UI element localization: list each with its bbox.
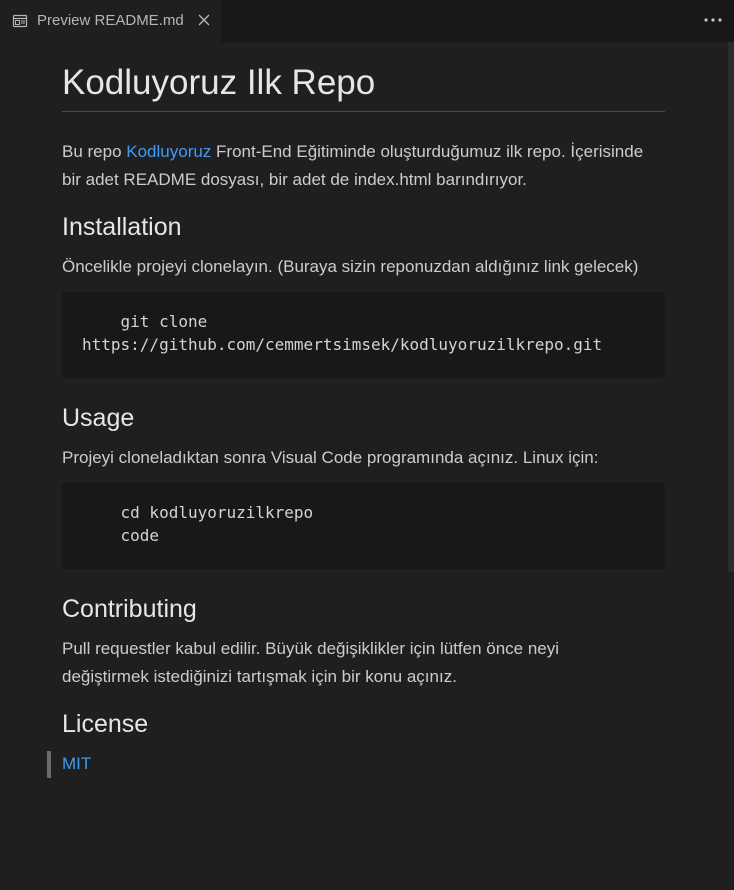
- contributing-paragraph: Pull requestler kabul edilir. Büyük deği…: [62, 635, 665, 691]
- intro-paragraph: Bu repo Kodluyoruz Front-End Eğitiminde …: [62, 138, 665, 194]
- intro-text-before: Bu repo: [62, 142, 127, 161]
- installation-text: Öncelikle projeyi clonelayın. (Buraya si…: [62, 257, 639, 276]
- close-icon[interactable]: [196, 12, 212, 28]
- intro-text-line2: bir adet README dosyası, bir adet de ind…: [62, 170, 527, 189]
- installation-code-block: git clone https://github.com/cemmertsims…: [62, 292, 665, 378]
- code-line: git clone: [82, 312, 208, 331]
- code-line: https://github.com/cemmertsimsek/kodluyo…: [82, 335, 603, 354]
- mit-license-link[interactable]: MIT: [62, 754, 91, 773]
- intro-text-after: Front-End Eğitiminde oluşturduğumuz ilk …: [211, 142, 644, 161]
- tab-label: Preview README.md: [37, 12, 184, 29]
- code-line: cd kodluyoruzilkrepo: [82, 503, 314, 522]
- editor-tab-bar: Preview README.md: [0, 0, 734, 42]
- ellipsis-icon[interactable]: [701, 12, 725, 28]
- tab-preview-readme[interactable]: Preview README.md: [0, 0, 221, 42]
- kodluyoruz-link[interactable]: Kodluyoruz: [126, 142, 211, 161]
- installation-heading: Installation: [62, 213, 182, 241]
- usage-code-block: cd kodluyoruzilkrepo code: [62, 483, 665, 569]
- usage-text: Projeyi cloneladıktan sonra Visual Code …: [62, 448, 599, 467]
- contributing-line1: Pull requestler kabul edilir. Büyük deği…: [62, 639, 560, 658]
- contributing-line2: değiştirmek istediğinizi tartışmak için …: [62, 667, 457, 686]
- blockquote-bar: [47, 751, 51, 778]
- license-blockquote: MIT: [62, 750, 665, 778]
- code-line: code: [82, 526, 160, 545]
- page-title: Kodluyoruz Ilk Repo: [62, 63, 376, 102]
- contributing-heading: Contributing: [62, 595, 197, 623]
- usage-heading: Usage: [62, 404, 135, 432]
- preview-icon: [12, 13, 28, 29]
- license-heading: License: [62, 710, 149, 738]
- scrollbar-thumb[interactable]: [728, 42, 734, 572]
- title-divider: [62, 111, 665, 112]
